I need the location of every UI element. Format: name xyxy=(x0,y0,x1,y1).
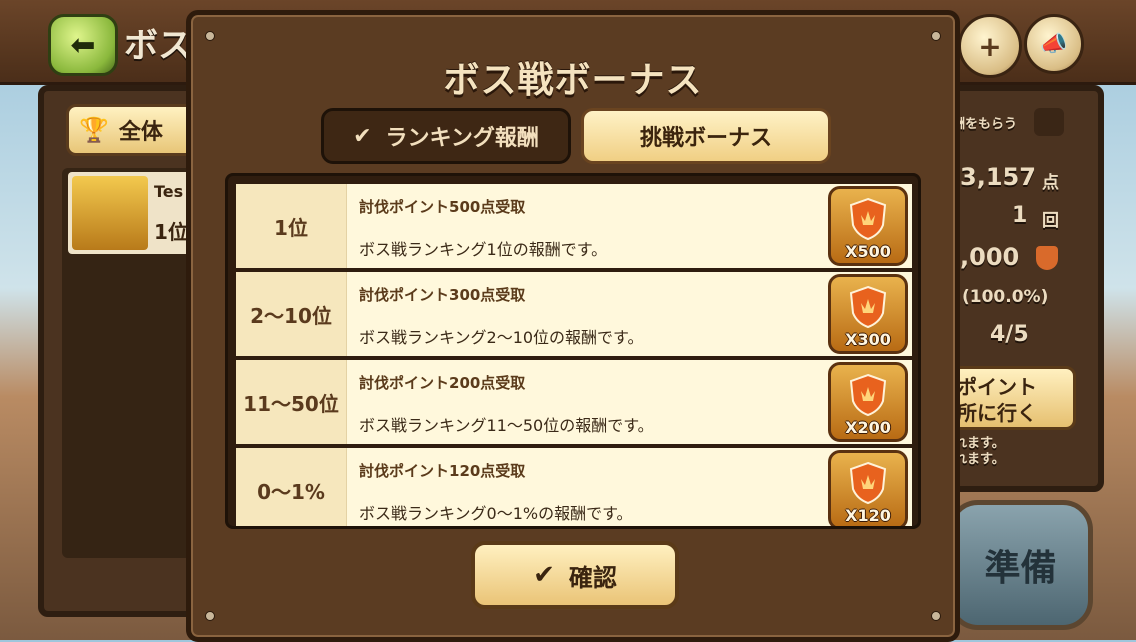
shield-icon xyxy=(849,373,887,417)
progress-value: 4/5 xyxy=(990,322,1029,347)
user-rank: 1位 xyxy=(154,220,188,244)
shield-icon xyxy=(1036,246,1058,270)
bolt-icon xyxy=(205,31,215,41)
reward-title: 討伐ポイント120点受取 xyxy=(359,462,526,480)
list-item: 0〜1% 討伐ポイント120点受取 ボス戦ランキング0〜1%の報酬です。 X12… xyxy=(236,448,912,526)
reward-desc: ボス戦ランキング11〜50位の報酬です。 xyxy=(359,416,654,435)
goto-point-button[interactable]: ポイント 所に行く xyxy=(944,366,1076,430)
count-value: 1 xyxy=(1012,203,1028,228)
back-arrow-icon: ⬅ xyxy=(70,27,96,63)
reward-rank: 0〜1% xyxy=(236,448,346,526)
shield-icon xyxy=(849,197,887,241)
confirm-label: 確認 xyxy=(568,563,617,592)
list-item: 2〜10位 討伐ポイント300点受取 ボス戦ランキング2〜10位の報酬です。 X… xyxy=(236,272,912,356)
reward-multiplier: X300 xyxy=(845,330,891,349)
boss-bonus-dialog: ボス戦ボーナス ✔ ランキング報酬 挑戦ボーナス 1位 討伐ポイント500点受取… xyxy=(186,10,960,642)
note-line2: れます。 xyxy=(954,452,1005,467)
point-value: ,000 xyxy=(960,243,1020,271)
reward-multiplier: X500 xyxy=(845,242,891,261)
screen-title: ボス xyxy=(124,26,192,66)
reward-badge: X500 xyxy=(828,186,908,266)
prepare-button[interactable]: 準備 xyxy=(948,500,1093,630)
reward-slot: X200 xyxy=(824,360,912,444)
reward-rank: 1位 xyxy=(236,184,346,268)
goto-line2: 所に行く xyxy=(957,401,1037,425)
reward-info: 討伐ポイント120点受取 ボス戦ランキング0〜1%の報酬です。 xyxy=(346,448,824,526)
reward-slot: X500 xyxy=(824,184,912,268)
score-unit: 点 xyxy=(1042,173,1059,193)
reward-title: 討伐ポイント500点受取 xyxy=(359,198,526,216)
shield-icon xyxy=(849,461,887,505)
dialog-title: ボス戦ボーナス xyxy=(443,60,703,101)
reward-title: 討伐ポイント200点受取 xyxy=(359,374,526,392)
check-icon: ✔ xyxy=(353,123,372,149)
shield-icon xyxy=(849,285,887,329)
bolt-icon xyxy=(931,611,941,621)
list-item: 11〜50位 討伐ポイント200点受取 ボス戦ランキング11〜50位の報酬です。… xyxy=(236,360,912,444)
tab-challenge-bonus[interactable]: 挑戦ボーナス xyxy=(581,108,831,164)
count-unit: 回 xyxy=(1042,211,1059,231)
list-item: 1位 討伐ポイント500点受取 ボス戦ランキング1位の報酬です。 X500 xyxy=(236,184,912,268)
reward-rank: 11〜50位 xyxy=(236,360,346,444)
reward-info: 討伐ポイント300点受取 ボス戦ランキング2〜10位の報酬です。 xyxy=(346,272,824,356)
user-name: Tes xyxy=(154,182,184,201)
score-value: 3,157 xyxy=(960,163,1036,191)
goto-line1: ポイント xyxy=(957,375,1037,399)
reward-title: 討伐ポイント300点受取 xyxy=(359,286,526,304)
bolt-icon xyxy=(931,31,941,41)
reward-list[interactable]: 1位 討伐ポイント500点受取 ボス戦ランキング1位の報酬です。 X500 2〜… xyxy=(225,173,921,529)
receive-reward-text: 酬をもらう xyxy=(952,117,1018,132)
reward-badge: X120 xyxy=(828,450,908,526)
tab-challenge-bonus-label: 挑戦ボーナス xyxy=(639,126,772,151)
reward-info: 討伐ポイント500点受取 ボス戦ランキング1位の報酬です。 xyxy=(346,184,824,268)
tab-ranking-reward-label: ランキング報酬 xyxy=(385,126,539,151)
reward-multiplier: X120 xyxy=(845,506,891,525)
reward-badge: X300 xyxy=(828,274,908,354)
plus-icon: + xyxy=(978,29,1002,63)
tab-overall-label: 全体 xyxy=(118,120,163,145)
trophy-icon: 🏆 xyxy=(79,116,109,144)
chest-icon[interactable] xyxy=(1034,108,1064,136)
reward-badge: X200 xyxy=(828,362,908,442)
reward-desc: ボス戦ランキング1位の報酬です。 xyxy=(359,240,608,259)
reward-desc: ボス戦ランキング2〜10位の報酬です。 xyxy=(359,328,644,347)
add-button[interactable]: + xyxy=(958,14,1022,78)
reward-slot: X300 xyxy=(824,272,912,356)
reward-multiplier: X200 xyxy=(845,418,891,437)
back-button[interactable]: ⬅ xyxy=(48,14,118,76)
reward-rank: 2〜10位 xyxy=(236,272,346,356)
reward-desc: ボス戦ランキング0〜1%の報酬です。 xyxy=(359,504,633,523)
percent-value: (100.0%) xyxy=(962,287,1049,307)
tab-ranking-reward[interactable]: ✔ ランキング報酬 xyxy=(321,108,571,164)
check-icon: ✔ xyxy=(533,560,555,590)
reward-slot: X120 xyxy=(824,448,912,526)
notice-button[interactable]: 📣 xyxy=(1024,14,1084,74)
bolt-icon xyxy=(205,611,215,621)
megaphone-icon: 📣 xyxy=(1040,31,1068,57)
reward-info: 討伐ポイント200点受取 ボス戦ランキング11〜50位の報酬です。 xyxy=(346,360,824,444)
avatar xyxy=(72,176,148,250)
confirm-button[interactable]: ✔ 確認 xyxy=(471,541,679,609)
